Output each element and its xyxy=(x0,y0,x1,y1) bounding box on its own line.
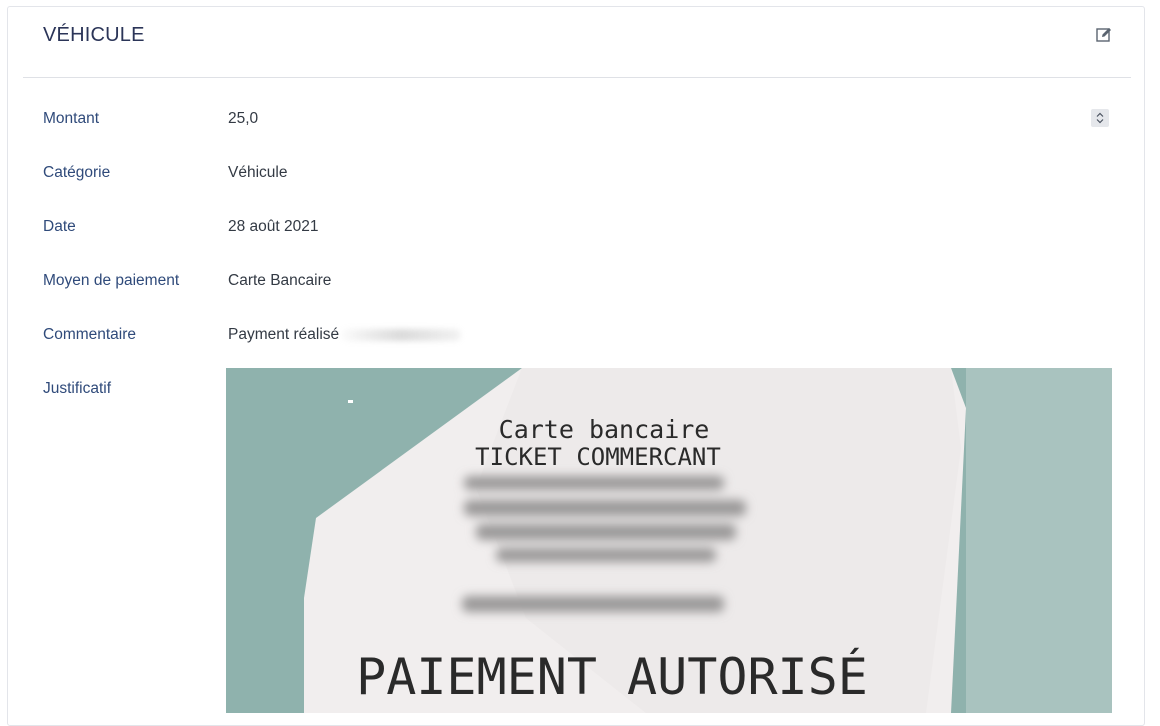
field-row-categorie: Catégorie Véhicule xyxy=(8,164,1138,184)
field-label-categorie: Catégorie xyxy=(43,164,111,181)
receipt-status: PAIEMENT AUTORISÉ xyxy=(356,647,868,706)
field-row-date: Date 28 août 2021 xyxy=(8,218,1138,238)
vehicle-expense-card: VÉHICULE Montant 25,0 Catégorie Véhicule… xyxy=(7,6,1145,726)
receipt-image[interactable]: Carte bancaire TICKET COMMERCANT PAIEMEN… xyxy=(226,368,1112,713)
field-label-moyen-de-paiement: Moyen de paiement xyxy=(43,272,180,289)
field-label-justificatif: Justificatif xyxy=(43,380,112,397)
field-row-commentaire: Commentaire Payment réalisé xyxy=(8,326,1138,346)
field-value-moyen-de-paiement: Carte Bancaire xyxy=(228,272,332,289)
field-value-date: 28 août 2021 xyxy=(228,218,319,235)
field-value-categorie: Véhicule xyxy=(228,164,288,181)
field-label-montant: Montant xyxy=(43,110,100,127)
field-value-montant[interactable]: 25,0 xyxy=(228,110,258,128)
card-header: VÉHICULE xyxy=(8,7,1144,77)
field-value-commentaire: Payment réalisé xyxy=(228,326,462,344)
header-divider xyxy=(23,77,1131,78)
card-title: VÉHICULE xyxy=(43,24,145,46)
field-row-montant: Montant 25,0 xyxy=(8,110,1138,130)
receipt-line-2: TICKET COMMERCANT xyxy=(475,443,721,471)
amount-stepper[interactable] xyxy=(1091,109,1109,127)
edit-icon[interactable] xyxy=(1095,26,1113,44)
field-label-date: Date xyxy=(43,218,76,235)
field-row-moyen-de-paiement: Moyen de paiement Carte Bancaire xyxy=(8,272,1138,292)
receipt-line-1: Carte bancaire xyxy=(499,415,710,444)
comment-text: Payment réalisé xyxy=(228,326,340,343)
redacted-text xyxy=(341,328,462,341)
field-label-commentaire: Commentaire xyxy=(43,326,137,343)
